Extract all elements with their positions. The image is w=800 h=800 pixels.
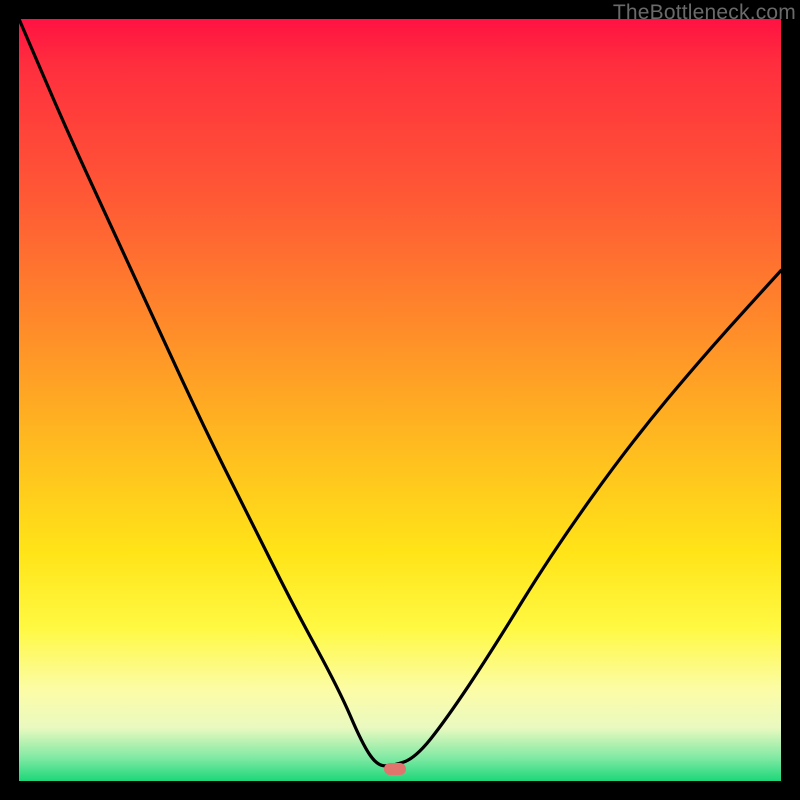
watermark-text: TheBottleneck.com [613, 1, 796, 25]
bottleneck-curve [19, 19, 781, 781]
plot-area [19, 19, 781, 781]
chart-frame: TheBottleneck.com [0, 0, 800, 800]
optimal-point-marker [384, 763, 406, 775]
